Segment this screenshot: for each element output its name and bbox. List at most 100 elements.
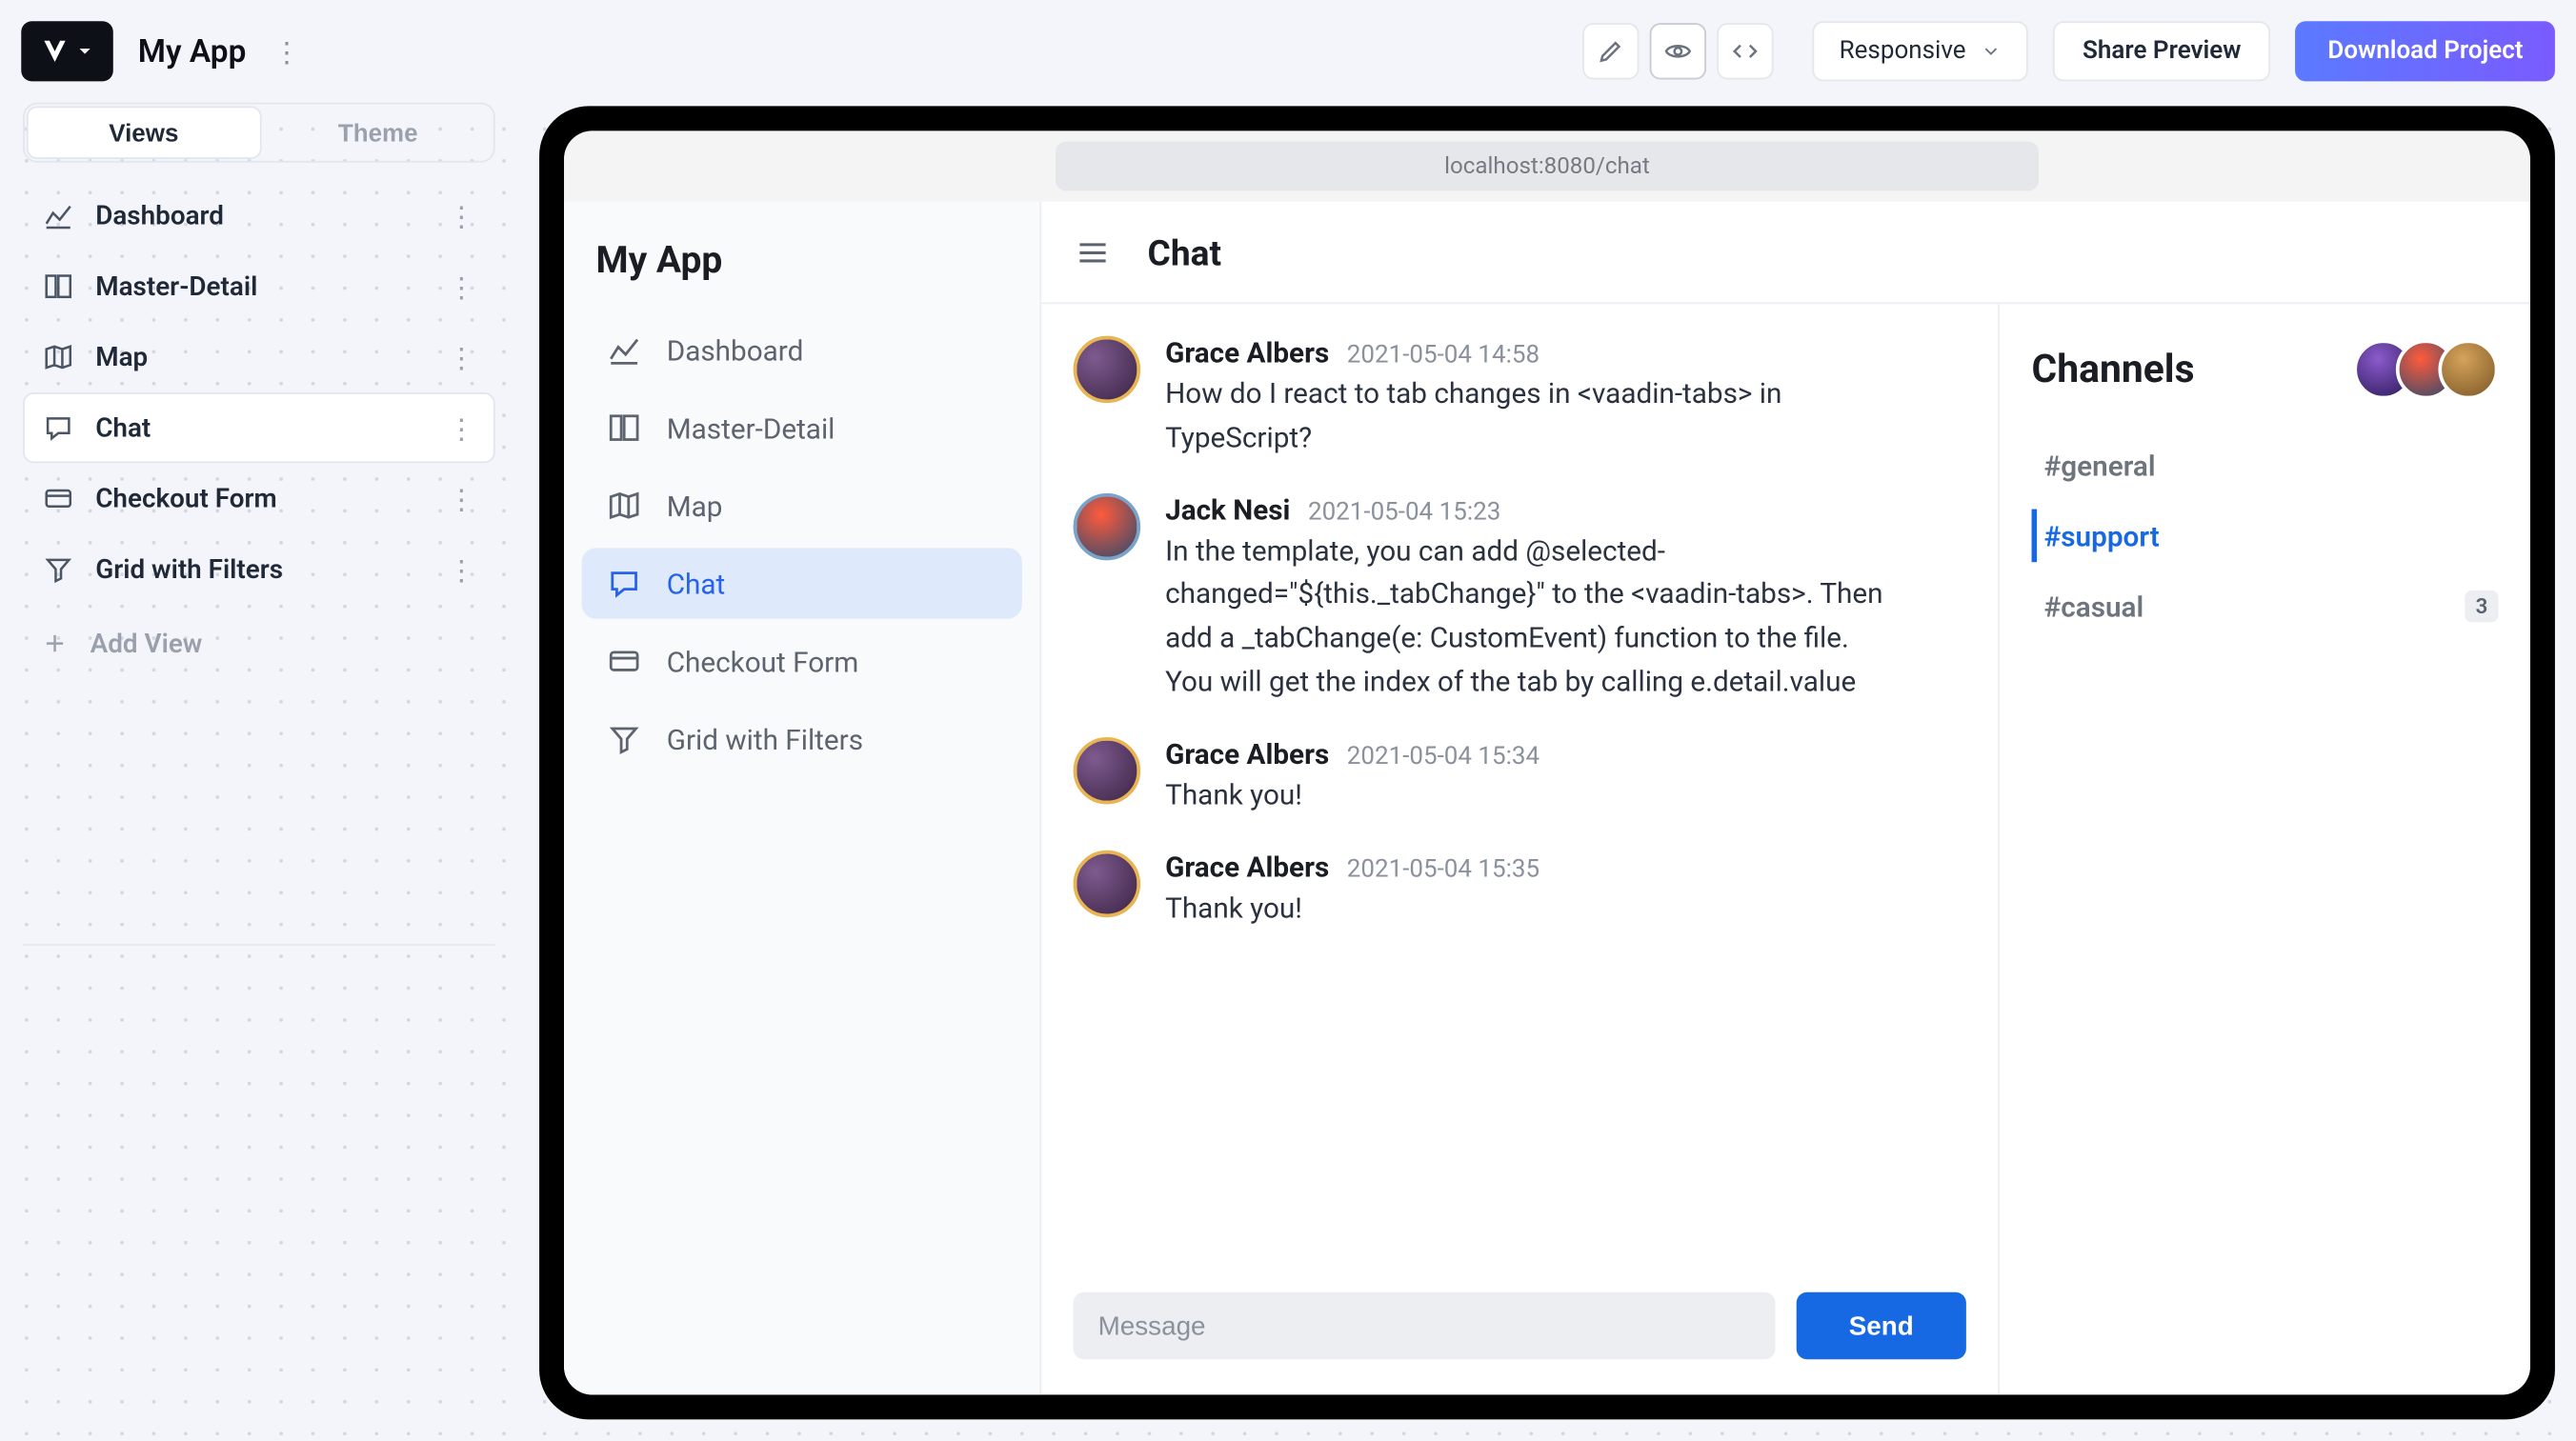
- channel-support[interactable]: #support: [2032, 510, 2499, 563]
- menu-icon[interactable]: [1074, 232, 1113, 271]
- channel-label: #support: [2044, 519, 2160, 552]
- share-preview-button[interactable]: Share Preview: [2052, 21, 2271, 81]
- message-text: How do I react to tab changes in <vaadin…: [1165, 373, 1890, 461]
- mode-toggle-group: [1583, 23, 1774, 79]
- message-time: 2021-05-04 15:23: [1308, 498, 1500, 527]
- view-row-grid-with-filters[interactable]: Grid with Filters ⋮: [23, 534, 495, 605]
- sidebar-item-dashboard[interactable]: Dashboard: [582, 314, 1022, 385]
- chart-icon: [607, 332, 642, 368]
- message-time: 2021-05-04 15:34: [1347, 742, 1540, 771]
- tab-theme[interactable]: Theme: [263, 105, 493, 161]
- view-label: Checkout Form: [95, 483, 426, 514]
- view-kebab[interactable]: ⋮: [448, 270, 476, 303]
- responsive-label: Responsive: [1840, 37, 1966, 66]
- responsive-select[interactable]: Responsive: [1813, 21, 2028, 81]
- channel-label: #casual: [2044, 590, 2144, 623]
- tab-views[interactable]: Views: [27, 106, 261, 159]
- brand-menu[interactable]: [21, 21, 113, 81]
- message-text: Thank you!: [1165, 774, 1890, 818]
- view-label: Map: [95, 341, 426, 372]
- chevron-down-icon: [1980, 41, 2001, 62]
- topbar: My App ⋮ Responsive Share Preview Downlo…: [0, 0, 2576, 103]
- compose-bar: Send: [1041, 1268, 1998, 1395]
- device-frame: localhost:8080/chat My App DashboardMast…: [539, 106, 2555, 1419]
- message: Grace Albers 2021-05-04 15:35 Thank you!: [1074, 850, 1966, 931]
- card-icon: [607, 644, 642, 679]
- sidebar-item-map[interactable]: Map: [582, 470, 1022, 541]
- message: Jack Nesi 2021-05-04 15:23 In the template…: [1074, 492, 1966, 705]
- card-icon: [43, 483, 74, 514]
- views-list: Dashboard⋮Master-Detail⋮Map⋮Chat⋮Checkou…: [23, 180, 495, 604]
- message-time: 2021-05-04 14:58: [1347, 341, 1540, 370]
- code-mode-button[interactable]: [1718, 23, 1774, 79]
- detail-icon: [43, 270, 74, 302]
- view-label: Chat: [95, 411, 426, 443]
- plus-icon: [41, 630, 70, 658]
- view-label: Grid with Filters: [95, 553, 426, 585]
- message-text: Thank you!: [1165, 887, 1890, 931]
- sidebar-item-checkout-form[interactable]: Checkout Form: [582, 626, 1022, 696]
- view-row-checkout-form[interactable]: Checkout Form ⋮: [23, 463, 495, 533]
- sidebar-item-label: Dashboard: [667, 333, 804, 367]
- map-icon: [607, 488, 642, 523]
- view-kebab[interactable]: ⋮: [448, 340, 476, 373]
- channel-casual[interactable]: #casual 3: [2032, 580, 2499, 633]
- download-project-button[interactable]: Download Project: [2296, 21, 2555, 81]
- left-divider: [23, 944, 495, 946]
- view-label: Dashboard: [95, 200, 426, 231]
- chart-icon: [43, 200, 74, 231]
- filter-icon: [607, 721, 642, 756]
- view-row-map[interactable]: Map ⋮: [23, 322, 495, 392]
- message-author: Jack Nesi: [1165, 492, 1290, 526]
- view-kebab[interactable]: ⋮: [448, 482, 476, 515]
- detail-icon: [607, 410, 642, 446]
- message-author: Grace Albers: [1165, 336, 1329, 370]
- message-time: 2021-05-04 15:35: [1347, 855, 1540, 884]
- add-view-label: Add View: [91, 628, 203, 659]
- view-row-chat[interactable]: Chat ⋮: [23, 392, 495, 463]
- views-theme-tabs: Views Theme: [23, 103, 495, 163]
- channels-title: Channels: [2032, 348, 2195, 391]
- map-icon: [43, 341, 74, 372]
- preview-mode-button[interactable]: [1650, 23, 1706, 79]
- chat-icon: [43, 411, 74, 443]
- message-author: Grace Albers: [1165, 737, 1329, 771]
- send-button[interactable]: Send: [1797, 1292, 1966, 1360]
- chat-icon: [607, 566, 642, 601]
- message-input[interactable]: [1074, 1292, 1776, 1360]
- view-row-dashboard[interactable]: Dashboard ⋮: [23, 180, 495, 250]
- avatar: [1074, 737, 1141, 805]
- channels-panel: Channels #general #support #casual 3: [2000, 304, 2530, 1394]
- avatar: [1074, 492, 1141, 560]
- sidebar-item-label: Grid with Filters: [667, 722, 863, 755]
- message-text: In the template, you can add @selected-c…: [1165, 530, 1890, 705]
- view-label: Master-Detail: [95, 270, 426, 302]
- view-row-master-detail[interactable]: Master-Detail ⋮: [23, 251, 495, 322]
- avatar: [2438, 339, 2498, 399]
- sidebar-item-master-detail[interactable]: Master-Detail: [582, 392, 1022, 463]
- page-title: Chat: [1148, 230, 1222, 273]
- add-view-button[interactable]: Add View: [23, 608, 495, 678]
- participants-avatars: [2353, 339, 2498, 399]
- view-kebab[interactable]: ⋮: [448, 552, 476, 586]
- sidebar-item-chat[interactable]: Chat: [582, 548, 1022, 618]
- channel-badge: 3: [2465, 590, 2499, 622]
- message-author: Grace Albers: [1165, 850, 1329, 883]
- preview-stage: localhost:8080/chat My App DashboardMast…: [518, 103, 2576, 1441]
- app-menu-kebab[interactable]: ⋮: [271, 34, 302, 68]
- message: Grace Albers 2021-05-04 14:58 How do I rea…: [1074, 336, 1966, 461]
- view-kebab[interactable]: ⋮: [448, 199, 476, 232]
- app-sidebar: My App DashboardMaster-DetailMapChatChec…: [564, 202, 1041, 1395]
- view-kebab[interactable]: ⋮: [448, 411, 476, 445]
- sidebar-item-label: Map: [667, 489, 723, 522]
- app-header: Chat: [1041, 202, 2530, 305]
- avatar: [1074, 850, 1141, 917]
- url-display: localhost:8080/chat: [1056, 141, 2039, 190]
- url-bar: localhost:8080/chat: [564, 130, 2530, 201]
- channel-general[interactable]: #general: [2032, 438, 2499, 491]
- sidebar-item-grid-with-filters[interactable]: Grid with Filters: [582, 704, 1022, 774]
- left-panel: Views Theme Dashboard ⋮ Master-Detail ⋮ Map ⋮…: [0, 103, 518, 1441]
- filter-icon: [43, 553, 74, 585]
- edit-mode-button[interactable]: [1583, 23, 1640, 79]
- message: Grace Albers 2021-05-04 15:34 Thank you!: [1074, 737, 1966, 818]
